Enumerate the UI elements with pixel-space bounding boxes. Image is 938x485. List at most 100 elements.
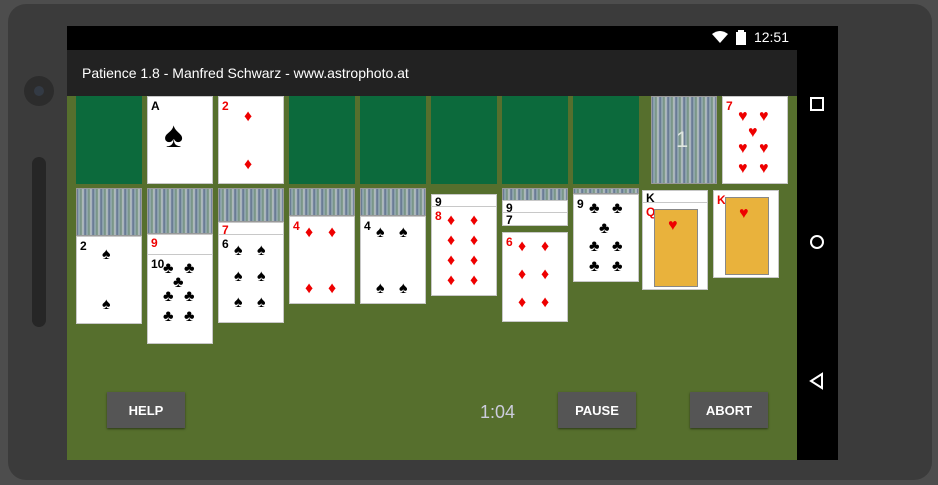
spade-icon: ♠ xyxy=(234,242,243,259)
spade-icon: ♠ xyxy=(257,268,266,285)
heart-icon: ♥ xyxy=(738,108,748,125)
empty-slot[interactable] xyxy=(431,96,497,184)
tableau-card[interactable]: 4 ♦ ♦ ♦ ♦ xyxy=(289,216,355,304)
club-icon: ♣ xyxy=(589,238,600,255)
foundation-card[interactable]: A ♠ xyxy=(147,96,213,184)
battery-icon xyxy=(735,29,746,45)
diamond-icon: ♦ xyxy=(470,252,479,269)
tableau-card[interactable]: 6 ♦ ♦ ♦ ♦ ♦ ♦ xyxy=(502,232,568,322)
foundation-card[interactable]: 2 ♦ ♦ xyxy=(218,96,284,184)
card-rank: 4 xyxy=(293,219,300,233)
heart-icon: ♥ xyxy=(668,217,678,234)
face-down-card xyxy=(360,188,426,216)
club-icon: ♣ xyxy=(589,258,600,275)
diamond-icon: ♦ xyxy=(518,294,527,311)
tableau-card[interactable]: 2 ♠ ♠ xyxy=(76,236,142,324)
stock-count: 1 xyxy=(676,127,689,152)
card-rank: 9 xyxy=(151,236,158,250)
heart-icon: ♥ xyxy=(739,205,749,222)
phone-frame: 12:51 Patience 1.8 - Manfred Schwarz - w… xyxy=(0,0,938,485)
speaker-grille xyxy=(32,157,46,327)
face-down-card xyxy=(147,188,213,234)
diamond-icon: ♦ xyxy=(328,280,337,297)
card-rank: 8 xyxy=(435,209,442,223)
wifi-icon xyxy=(711,31,728,43)
club-icon: ♣ xyxy=(163,288,174,305)
face-down-card xyxy=(289,188,355,216)
spade-icon: ♠ xyxy=(234,294,243,311)
help-button[interactable]: HELP xyxy=(107,392,185,428)
tableau-card[interactable]: 4 ♠ ♠ ♠ ♠ xyxy=(360,216,426,304)
tableau-card[interactable]: 9 xyxy=(147,234,213,256)
club-icon: ♣ xyxy=(184,288,195,305)
clock: 12:51 xyxy=(753,29,789,45)
spade-icon: ♠ xyxy=(234,268,243,285)
spade-icon: ♠ xyxy=(102,246,111,263)
empty-slot[interactable] xyxy=(76,96,142,184)
tableau-card[interactable]: Q ♥ xyxy=(642,202,708,290)
club-icon: ♣ xyxy=(589,200,600,217)
diamond-icon: ♦ xyxy=(447,212,456,229)
club-icon: ♣ xyxy=(184,260,195,277)
face-down-card xyxy=(218,188,284,222)
abort-button[interactable]: ABORT xyxy=(690,392,768,428)
club-icon: ♣ xyxy=(612,238,623,255)
card-rank: A xyxy=(151,99,160,113)
spade-icon: ♠ xyxy=(376,224,385,241)
face-down-card xyxy=(76,188,142,236)
empty-slot[interactable] xyxy=(573,96,639,184)
card-rank: 6 xyxy=(222,237,229,251)
stock-pile[interactable]: 1 xyxy=(651,96,717,184)
heart-icon: ♥ xyxy=(748,124,758,141)
diamond-icon: ♦ xyxy=(518,238,527,255)
diamond-icon: ♦ xyxy=(447,232,456,249)
android-nav-bar xyxy=(797,50,838,460)
diamond-icon: ♦ xyxy=(447,272,456,289)
empty-slot[interactable] xyxy=(360,96,426,184)
club-icon: ♣ xyxy=(599,220,610,237)
game-timer: 1:04 xyxy=(480,402,516,422)
pause-button[interactable]: PAUSE xyxy=(558,392,636,428)
spade-icon: ♠ xyxy=(164,114,184,155)
recent-apps-icon[interactable] xyxy=(808,95,826,113)
tableau-card[interactable]: 9 ♣ ♣ ♣ ♣ ♣ ♣ ♣ xyxy=(573,194,639,282)
waste-card[interactable]: 7 ♥ ♥ ♥ ♥ ♥ ♥ ♥ xyxy=(722,96,788,184)
diamond-icon: ♦ xyxy=(447,252,456,269)
spade-icon: ♠ xyxy=(257,294,266,311)
empty-slot[interactable] xyxy=(289,96,355,184)
game-table: A ♠ 2 ♦ ♦ 1 7 ♥ ♥ ♥ ♥ ♥ ♥ ♥ 2 ♠ ♠ 9 10 ♣… xyxy=(67,96,797,460)
club-icon: ♣ xyxy=(184,308,195,325)
diamond-icon: ♦ xyxy=(470,232,479,249)
queen-portrait: ♥ xyxy=(654,209,698,287)
card-rank: 9 xyxy=(577,197,584,211)
empty-slot[interactable] xyxy=(502,96,568,184)
card-rank: 4 xyxy=(364,219,371,233)
tableau-card[interactable]: 10 ♣ ♣ ♣ ♣ ♣ ♣ ♣ xyxy=(147,254,213,344)
club-icon: ♣ xyxy=(612,258,623,275)
back-icon[interactable] xyxy=(808,372,826,390)
tableau-card[interactable]: 7 xyxy=(502,212,568,226)
heart-icon: ♥ xyxy=(759,160,769,177)
spade-icon: ♠ xyxy=(102,296,111,313)
spade-icon: ♠ xyxy=(399,224,408,241)
card-rank: 7 xyxy=(726,99,733,113)
king-portrait: ♥ xyxy=(725,197,769,275)
diamond-icon: ♦ xyxy=(541,294,550,311)
card-rank: 2 xyxy=(80,239,87,253)
spade-icon: ♠ xyxy=(376,280,385,297)
card-rank: 6 xyxy=(506,235,513,249)
home-icon[interactable] xyxy=(808,233,826,251)
heart-icon: ♥ xyxy=(738,160,748,177)
diamond-icon: ♦ xyxy=(470,272,479,289)
tableau-card[interactable]: K ♥ xyxy=(713,190,779,278)
heart-icon: ♥ xyxy=(759,140,769,157)
card-rank: 2 xyxy=(222,99,229,113)
club-icon: ♣ xyxy=(163,308,174,325)
tableau-card[interactable]: 8 ♦ ♦ ♦ ♦ ♦ ♦ ♦ ♦ xyxy=(431,206,497,296)
club-icon: ♣ xyxy=(612,200,623,217)
diamond-icon: ♦ xyxy=(518,266,527,283)
spade-icon: ♠ xyxy=(257,242,266,259)
tableau-card[interactable]: 6 ♠ ♠ ♠ ♠ ♠ ♠ xyxy=(218,234,284,323)
diamond-icon: ♦ xyxy=(541,266,550,283)
camera-icon xyxy=(24,76,54,106)
